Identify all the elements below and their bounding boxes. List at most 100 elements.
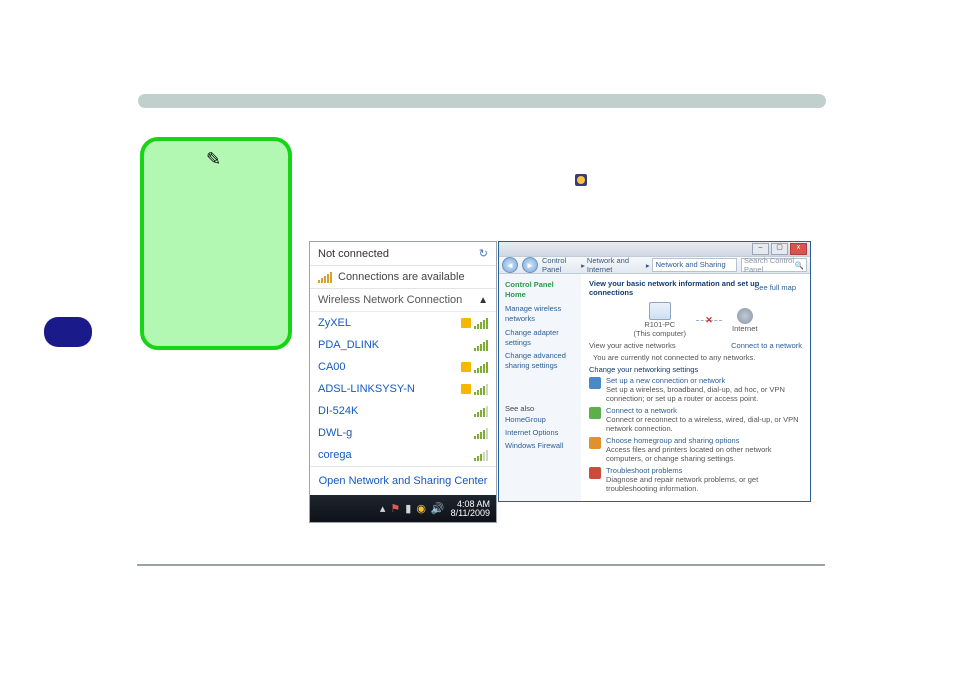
signal-icon	[474, 339, 488, 351]
wifi-signal	[461, 317, 488, 329]
map-connector: ✕	[696, 320, 722, 321]
window-titlebar[interactable]: – ▢ x	[499, 242, 810, 256]
wifi-network-name: PDA_DLINK	[318, 339, 379, 351]
ns-main-panel: View your basic network information and …	[581, 274, 810, 501]
wifi-network-name: CA00	[318, 361, 346, 373]
network-sharing-window: – ▢ x ◄ ► Control Panel ▸ Network and In…	[498, 241, 811, 502]
wifi-network-item[interactable]: PDA_DLINK	[310, 334, 496, 356]
sidebar-homegroup[interactable]: HomeGroup	[505, 415, 575, 425]
wifi-network-list: ZyXEL PDA_DLINK CA00 ADSL-LINKSYSY-N DI-524K…	[310, 312, 496, 466]
notification-badge-icon	[575, 174, 587, 186]
wifi-network-name: ZyXEL	[318, 317, 351, 329]
task-connect-network[interactable]: Connect to a network Connect or reconnec…	[589, 406, 802, 433]
signal-icon	[474, 405, 488, 417]
change-settings-header: Change your networking settings	[589, 365, 802, 374]
wifi-signal	[461, 383, 488, 395]
wifi-flyout: Not connected ↻ Connections are availabl…	[309, 241, 497, 523]
secured-shield-icon	[461, 362, 471, 372]
header-capsule	[138, 94, 826, 108]
wifi-network-item[interactable]: DI-524K	[310, 400, 496, 422]
taskbar-clock[interactable]: 4:08 AM 8/11/2009	[451, 500, 490, 518]
control-panel-sidebar: Control Panel Home Manage wireless netwo…	[499, 274, 581, 501]
globe-icon	[737, 308, 753, 324]
sidebar-windows-firewall[interactable]: Windows Firewall	[505, 441, 575, 451]
wifi-network-item[interactable]: DWL-g	[310, 422, 496, 444]
battery-icon[interactable]: ▮	[405, 502, 411, 515]
task-title: Connect to a network	[606, 406, 802, 415]
wifi-network-name: ADSL-LINKSYSY-N	[318, 383, 415, 395]
crumb-sep-icon: ▸	[646, 261, 650, 270]
sidebar-change-sharing[interactable]: Change advanced sharing settings	[505, 351, 575, 371]
task-setup-connection[interactable]: Set up a new connection or network Set u…	[589, 376, 802, 403]
signal-icon	[474, 317, 488, 329]
note-box: ✎	[140, 137, 292, 350]
signal-icon	[474, 383, 488, 395]
secured-shield-icon	[461, 384, 471, 394]
task-icon	[589, 377, 601, 389]
secured-shield-icon	[461, 318, 471, 328]
disconnect-x-icon: ✕	[705, 315, 713, 326]
sidebar-change-adapter[interactable]: Change adapter settings	[505, 328, 575, 348]
connect-to-network-link[interactable]: Connect to a network	[731, 341, 802, 350]
signal-icon	[474, 449, 488, 461]
refresh-icon[interactable]: ↻	[479, 247, 488, 260]
maximize-button[interactable]: ▢	[771, 243, 788, 255]
tray-icons[interactable]: ▴ ⚑ ▮ ◉ 🔊	[380, 502, 445, 515]
task-desc: Connect or reconnect to a wireless, wire…	[606, 415, 802, 433]
network-map: R101-PC (This computer) ✕ Internet	[589, 302, 802, 338]
sidebar-internet-options[interactable]: Internet Options	[505, 428, 575, 438]
sidebar-see-also: See also	[505, 404, 575, 414]
tray-chevron-icon[interactable]: ▴	[380, 502, 386, 515]
wifi-network-item[interactable]: ZyXEL	[310, 312, 496, 334]
crumb-network-internet[interactable]: Network and Internet	[587, 256, 644, 274]
crumb-sep-icon: ▸	[581, 261, 585, 270]
task-title: Troubleshoot problems	[606, 466, 802, 475]
task-desc: Set up a wireless, broadband, dial-up, a…	[606, 385, 802, 403]
open-network-center-label: Open Network and Sharing Center	[319, 475, 488, 487]
task-title: Set up a new connection or network	[606, 376, 802, 385]
wifi-status-row: Not connected ↻	[310, 242, 496, 266]
task-troubleshoot[interactable]: Troubleshoot problems Diagnose and repai…	[589, 466, 802, 493]
wifi-network-name: DI-524K	[318, 405, 358, 417]
wifi-network-name: corega	[318, 449, 352, 461]
nav-forward-button[interactable]: ►	[522, 257, 538, 273]
search-input[interactable]: Search Control Panel 🔍	[741, 258, 807, 272]
breadcrumb[interactable]: Control Panel ▸ Network and Internet ▸ N…	[542, 256, 737, 274]
volume-icon[interactable]: 🔊	[431, 502, 445, 515]
wifi-signal	[474, 449, 488, 461]
crumb-current[interactable]: Network and Sharing Center	[652, 258, 737, 272]
nav-back-button[interactable]: ◄	[502, 257, 518, 273]
node-internet: Internet	[732, 308, 757, 333]
task-icon	[589, 467, 601, 479]
node-internet-label: Internet	[732, 324, 757, 333]
taskbar-date: 8/11/2009	[451, 509, 490, 518]
sidebar-home[interactable]: Control Panel Home	[505, 280, 575, 300]
wifi-status-label: Not connected	[318, 248, 389, 260]
sidebar-manage-wireless[interactable]: Manage wireless networks	[505, 304, 575, 324]
flag-icon[interactable]: ⚑	[390, 502, 400, 515]
wifi-section-header[interactable]: Wireless Network Connection ▲	[310, 289, 496, 312]
task-desc: Access files and printers located on oth…	[606, 445, 802, 463]
wifi-signal	[474, 405, 488, 417]
wifi-network-item[interactable]: ADSL-LINKSYSY-N	[310, 378, 496, 400]
active-networks-msg: You are currently not connected to any n…	[593, 353, 802, 362]
wifi-network-item[interactable]: corega	[310, 444, 496, 466]
task-homegroup[interactable]: Choose homegroup and sharing options Acc…	[589, 436, 802, 463]
explorer-navbar: ◄ ► Control Panel ▸ Network and Internet…	[499, 256, 810, 274]
active-networks-label: View your active networks	[589, 341, 676, 350]
divider	[137, 564, 825, 566]
wifi-available-label: Connections are available	[338, 271, 465, 283]
close-button[interactable]: x	[790, 243, 807, 255]
wifi-network-name: DWL-g	[318, 427, 352, 439]
open-network-center-link[interactable]: Open Network and Sharing Center	[310, 466, 496, 495]
task-icon	[589, 437, 601, 449]
minimize-button[interactable]: –	[752, 243, 769, 255]
wifi-network-item[interactable]: CA00	[310, 356, 496, 378]
node-pc-sublabel: (This computer)	[634, 329, 687, 338]
node-this-pc: R101-PC (This computer)	[634, 302, 687, 338]
crumb-control-panel[interactable]: Control Panel	[542, 256, 579, 274]
taskbar: ▴ ⚑ ▮ ◉ 🔊 4:08 AM 8/11/2009	[310, 495, 496, 522]
network-tray-icon[interactable]: ◉	[416, 502, 426, 515]
see-full-map-link[interactable]: See full map	[754, 283, 796, 292]
node-pc-label: R101-PC	[644, 320, 675, 329]
